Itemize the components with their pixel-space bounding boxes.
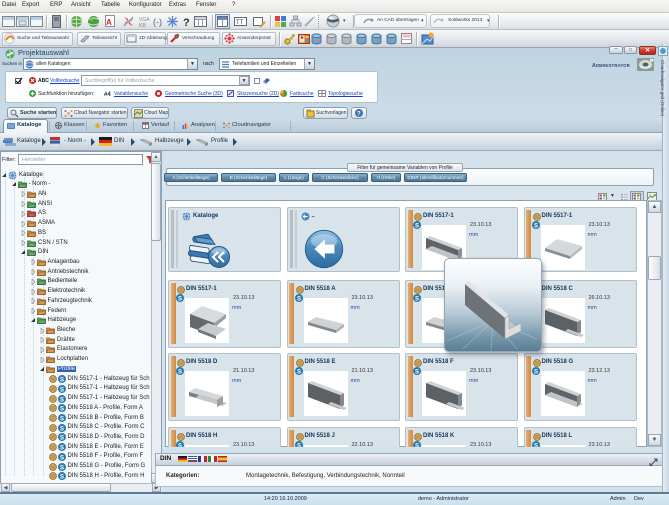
svg-text:S: S xyxy=(178,444,182,448)
svg-text:S: S xyxy=(415,444,419,448)
svg-text:S: S xyxy=(60,475,64,481)
svg-text:S: S xyxy=(60,417,64,423)
svg-text:S: S xyxy=(60,397,64,403)
svg-text:S: S xyxy=(534,224,538,230)
svg-text:S: S xyxy=(60,436,64,442)
svg-text:S: S xyxy=(60,407,64,413)
svg-text:S: S xyxy=(60,455,64,461)
svg-text:S: S xyxy=(60,465,64,471)
svg-text:#4: #4 xyxy=(104,92,111,97)
svg-text:S: S xyxy=(60,378,64,384)
svg-text:S: S xyxy=(534,444,538,448)
svg-text:TT: TT xyxy=(236,20,244,26)
svg-text:S: S xyxy=(415,224,419,230)
svg-text:S: S xyxy=(415,370,419,376)
svg-text:S: S xyxy=(534,370,538,376)
svg-text:?: ? xyxy=(183,17,190,28)
svg-text:S: S xyxy=(178,297,182,303)
svg-text:S: S xyxy=(297,297,301,303)
svg-text:S: S xyxy=(415,297,419,303)
svg-text:S: S xyxy=(60,426,64,432)
svg-text:A: A xyxy=(106,18,112,27)
svg-text:S: S xyxy=(297,370,301,376)
svg-text:(-): (-) xyxy=(153,17,162,27)
svg-text:S: S xyxy=(60,387,64,393)
svg-text:S: S xyxy=(60,446,64,452)
svg-text:?: ? xyxy=(357,112,361,118)
svg-text:S: S xyxy=(178,370,182,376)
svg-text:S: S xyxy=(297,444,301,448)
svg-text:KB: KB xyxy=(139,23,146,28)
